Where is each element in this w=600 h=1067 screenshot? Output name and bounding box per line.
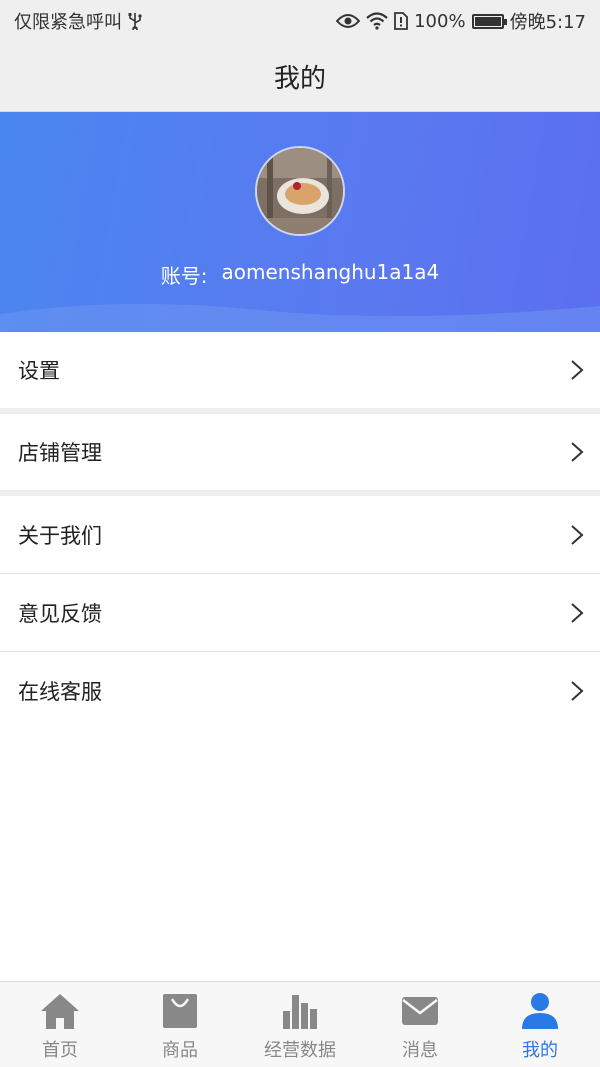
mail-icon [399,990,441,1032]
status-right: 100% 傍晚5:17 [336,8,586,34]
menu-item-label: 在线客服 [18,680,102,704]
sim-icon [394,12,409,30]
tab-products[interactable]: 商品 [120,982,240,1067]
menu-item-label: 设置 [18,359,60,383]
tab-label: 我的 [522,1040,558,1061]
menu-item-settings[interactable]: 设置 [0,332,600,414]
eye-icon [336,13,361,29]
menu-list: 设置 店铺管理 关于我们 意见反馈 在线客服 [0,332,600,730]
chevron-right-icon [571,681,584,701]
account-value: aomenshanghu1a1a4 [221,260,440,284]
menu-item-label: 店铺管理 [18,441,102,465]
clock-text: 傍晚5:17 [509,12,586,33]
tab-label: 商品 [162,1040,198,1061]
carrier-text: 仅限紧急呼叫 [14,12,122,33]
avatar-image [257,148,343,234]
page-title: 我的 [273,64,326,94]
battery-icon [471,13,507,29]
tab-label: 消息 [402,1040,438,1061]
tab-messages[interactable]: 消息 [360,982,480,1067]
status-left: 仅限紧急呼叫 [14,8,142,34]
chevron-right-icon [571,442,584,462]
status-bar: 仅限紧急呼叫 100% 傍晚5:17 [0,0,600,42]
tab-label: 经营数据 [264,1040,336,1061]
menu-item-store-management[interactable]: 店铺管理 [0,414,600,496]
tab-business-data[interactable]: 经营数据 [240,982,360,1067]
chevron-right-icon [571,602,584,623]
decorative-wave [0,303,600,332]
tab-label: 首页 [42,1040,78,1061]
menu-item-online-support[interactable]: 在线客服 [0,652,600,730]
usb-icon [128,12,142,30]
tab-home[interactable]: 首页 [0,982,120,1067]
title-bar: 我的 [0,42,600,112]
menu-item-about-us[interactable]: 关于我们 [0,496,600,574]
tab-mine[interactable]: 我的 [480,982,600,1067]
profile-header: 账号: aomenshanghu1a1a4 [0,112,600,332]
battery-percent-text: 100% [414,10,466,32]
menu-item-feedback[interactable]: 意见反馈 [0,574,600,652]
battery-level-fill [474,16,501,26]
avatar[interactable] [255,146,345,236]
bar-chart-icon [279,990,321,1032]
menu-item-label: 关于我们 [18,523,102,548]
user-icon [519,990,561,1032]
bottom-tab-bar: 首页 商品 经营数据 消息 我的 [0,981,600,1067]
chevron-right-icon [571,360,584,380]
shopping-bag-icon [159,990,201,1032]
wifi-icon [366,12,388,30]
account-label: 账号: [160,264,208,288]
chevron-right-icon [571,524,584,545]
menu-item-label: 意见反馈 [18,601,102,626]
home-icon [39,990,81,1032]
account-info: 账号: aomenshanghu1a1a4 [0,260,600,289]
